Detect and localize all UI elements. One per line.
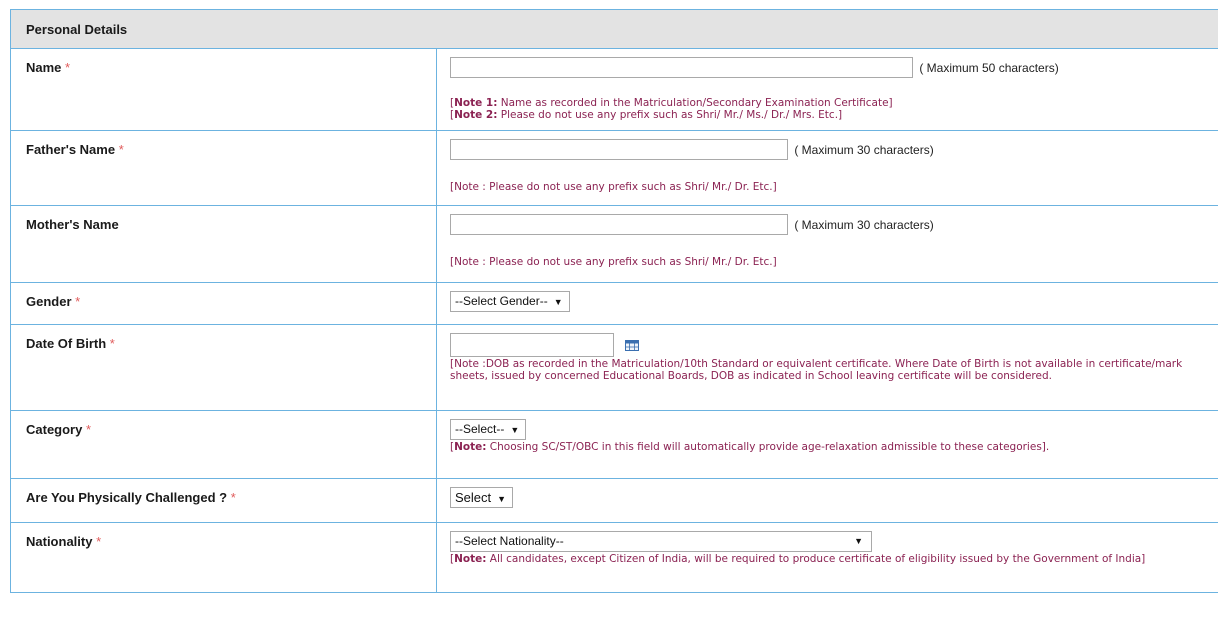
name-field-cell: ( Maximum 50 characters) [Note 1: Name a… (436, 48, 1218, 131)
mother-max-hint: ( Maximum 30 characters) (794, 217, 934, 232)
nationality-selected-value: --Select Nationality-- (455, 534, 564, 548)
row-mother-name: Mother's Name ( Maximum 30 characters) [… (10, 205, 1218, 283)
row-physically-challenged: Are You Physically Challenged ? * Select… (10, 478, 1218, 523)
chevron-down-icon: ▼ (553, 297, 563, 307)
category-note-text: Choosing SC/ST/OBC in this field will au… (486, 441, 1050, 453)
father-label-cell: Father's Name * (10, 130, 437, 206)
father-name-input[interactable] (450, 139, 788, 160)
calendar-icon[interactable] (625, 339, 640, 351)
section-header-row: Personal Details (10, 9, 1218, 49)
gender-label: Gender (26, 294, 72, 309)
required-marker: * (75, 294, 81, 309)
chevron-down-icon: ▼ (497, 494, 507, 504)
father-note: [Note : Please do not use any prefix suc… (450, 181, 777, 193)
mother-field-cell: ( Maximum 30 characters) [Note : Please … (436, 205, 1218, 283)
category-note-prefix: Note: (454, 441, 487, 453)
nationality-note-prefix: Note: (454, 553, 487, 565)
dob-input[interactable] (450, 333, 614, 357)
category-select[interactable]: --Select-- ▼ (450, 419, 527, 440)
gender-label-cell: Gender * (10, 282, 437, 325)
mother-note: [Note : Please do not use any prefix suc… (450, 256, 777, 268)
mother-name-input[interactable] (450, 214, 788, 235)
father-name-label: Father's Name (26, 142, 116, 157)
nationality-note-text: All candidates, except Citizen of India,… (486, 553, 1146, 565)
mother-label-cell: Mother's Name (10, 205, 437, 283)
required-marker: * (118, 142, 124, 157)
required-marker: * (85, 422, 92, 437)
name-note-1-text: Name as recorded in the Matriculation/Se… (497, 97, 893, 109)
gender-field-cell: --Select Gender-- ▼ (436, 282, 1218, 325)
pwd-field-cell: Select ▼ (436, 478, 1218, 523)
calendar-icon-glyph (625, 339, 640, 351)
name-note-1: [Note 1: Name as recorded in the Matricu… (450, 97, 893, 109)
physically-challenged-select[interactable]: Select ▼ (450, 487, 514, 508)
name-label: Name (26, 60, 62, 75)
physically-challenged-label: Are You Physically Challenged ? (26, 490, 228, 505)
category-note: [Note: Choosing SC/ST/OBC in this field … (450, 441, 1050, 453)
row-father-name: Father's Name * ( Maximum 30 characters)… (10, 130, 1218, 206)
dob-field-cell: [Note :DOB as recorded in the Matriculat… (436, 324, 1218, 411)
father-field-cell: ( Maximum 30 characters) [Note : Please … (436, 130, 1218, 206)
dob-label-cell: Date Of Birth * (10, 324, 437, 411)
nationality-field-cell: --Select Nationality-- ▼ [Note: All candi… (436, 522, 1218, 593)
chevron-down-icon: ▼ (510, 425, 520, 435)
required-marker: * (65, 60, 71, 75)
required-marker: * (96, 534, 102, 549)
nationality-label: Nationality (26, 534, 93, 549)
gender-selected-value: --Select Gender-- (455, 294, 548, 308)
gender-select[interactable]: --Select Gender-- ▼ (450, 291, 570, 312)
dob-label: Date Of Birth (26, 336, 107, 351)
required-marker: * (109, 336, 115, 351)
nationality-label-cell: Nationality * (10, 522, 437, 593)
category-label: Category (26, 422, 83, 437)
name-note-2: [Note 2: Please do not use any prefix su… (450, 109, 843, 121)
pwd-selected-value: Select (455, 490, 492, 505)
name-note-2-prefix: Note 2: (454, 109, 498, 121)
name-note-1-prefix: Note 1: (454, 97, 498, 109)
personal-details-table: Personal Details Name * ( Maximum 50 cha… (10, 9, 1218, 593)
row-date-of-birth: Date Of Birth * [Note :DOB as recorded i… (10, 324, 1218, 411)
row-name: Name * ( Maximum 50 characters) [Note 1:… (10, 48, 1218, 131)
category-selected-value: --Select-- (455, 422, 505, 436)
row-gender: Gender * --Select Gender-- ▼ (10, 282, 1218, 325)
category-field-cell: --Select-- ▼ [Note: Choosing SC/ST/OBC in… (436, 410, 1218, 479)
category-label-cell: Category * (10, 410, 437, 479)
name-input[interactable] (450, 57, 913, 78)
row-nationality: Nationality * --Select Nationality-- ▼ [N… (10, 522, 1218, 593)
name-max-hint: ( Maximum 50 characters) (919, 60, 1059, 75)
father-max-hint: ( Maximum 30 characters) (794, 142, 934, 157)
nationality-select[interactable]: --Select Nationality-- ▼ (450, 531, 872, 552)
name-note-2-text: Please do not use any prefix such as Shr… (497, 109, 843, 121)
dob-note: [Note :DOB as recorded in the Matriculat… (450, 358, 1183, 382)
nationality-note: [Note: All candidates, except Citizen of… (450, 553, 1146, 565)
row-category: Category * --Select-- ▼ [Note: Choosing S… (10, 410, 1218, 479)
name-notes: [Note 1: Name as recorded in the Matricu… (450, 97, 1218, 121)
name-label-cell: Name * (10, 48, 437, 131)
section-title: Personal Details (10, 9, 1218, 49)
pwd-label-cell: Are You Physically Challenged ? * (10, 478, 437, 523)
chevron-down-icon: ▼ (854, 536, 863, 546)
mother-name-label: Mother's Name (26, 217, 119, 232)
required-marker: * (230, 490, 236, 505)
